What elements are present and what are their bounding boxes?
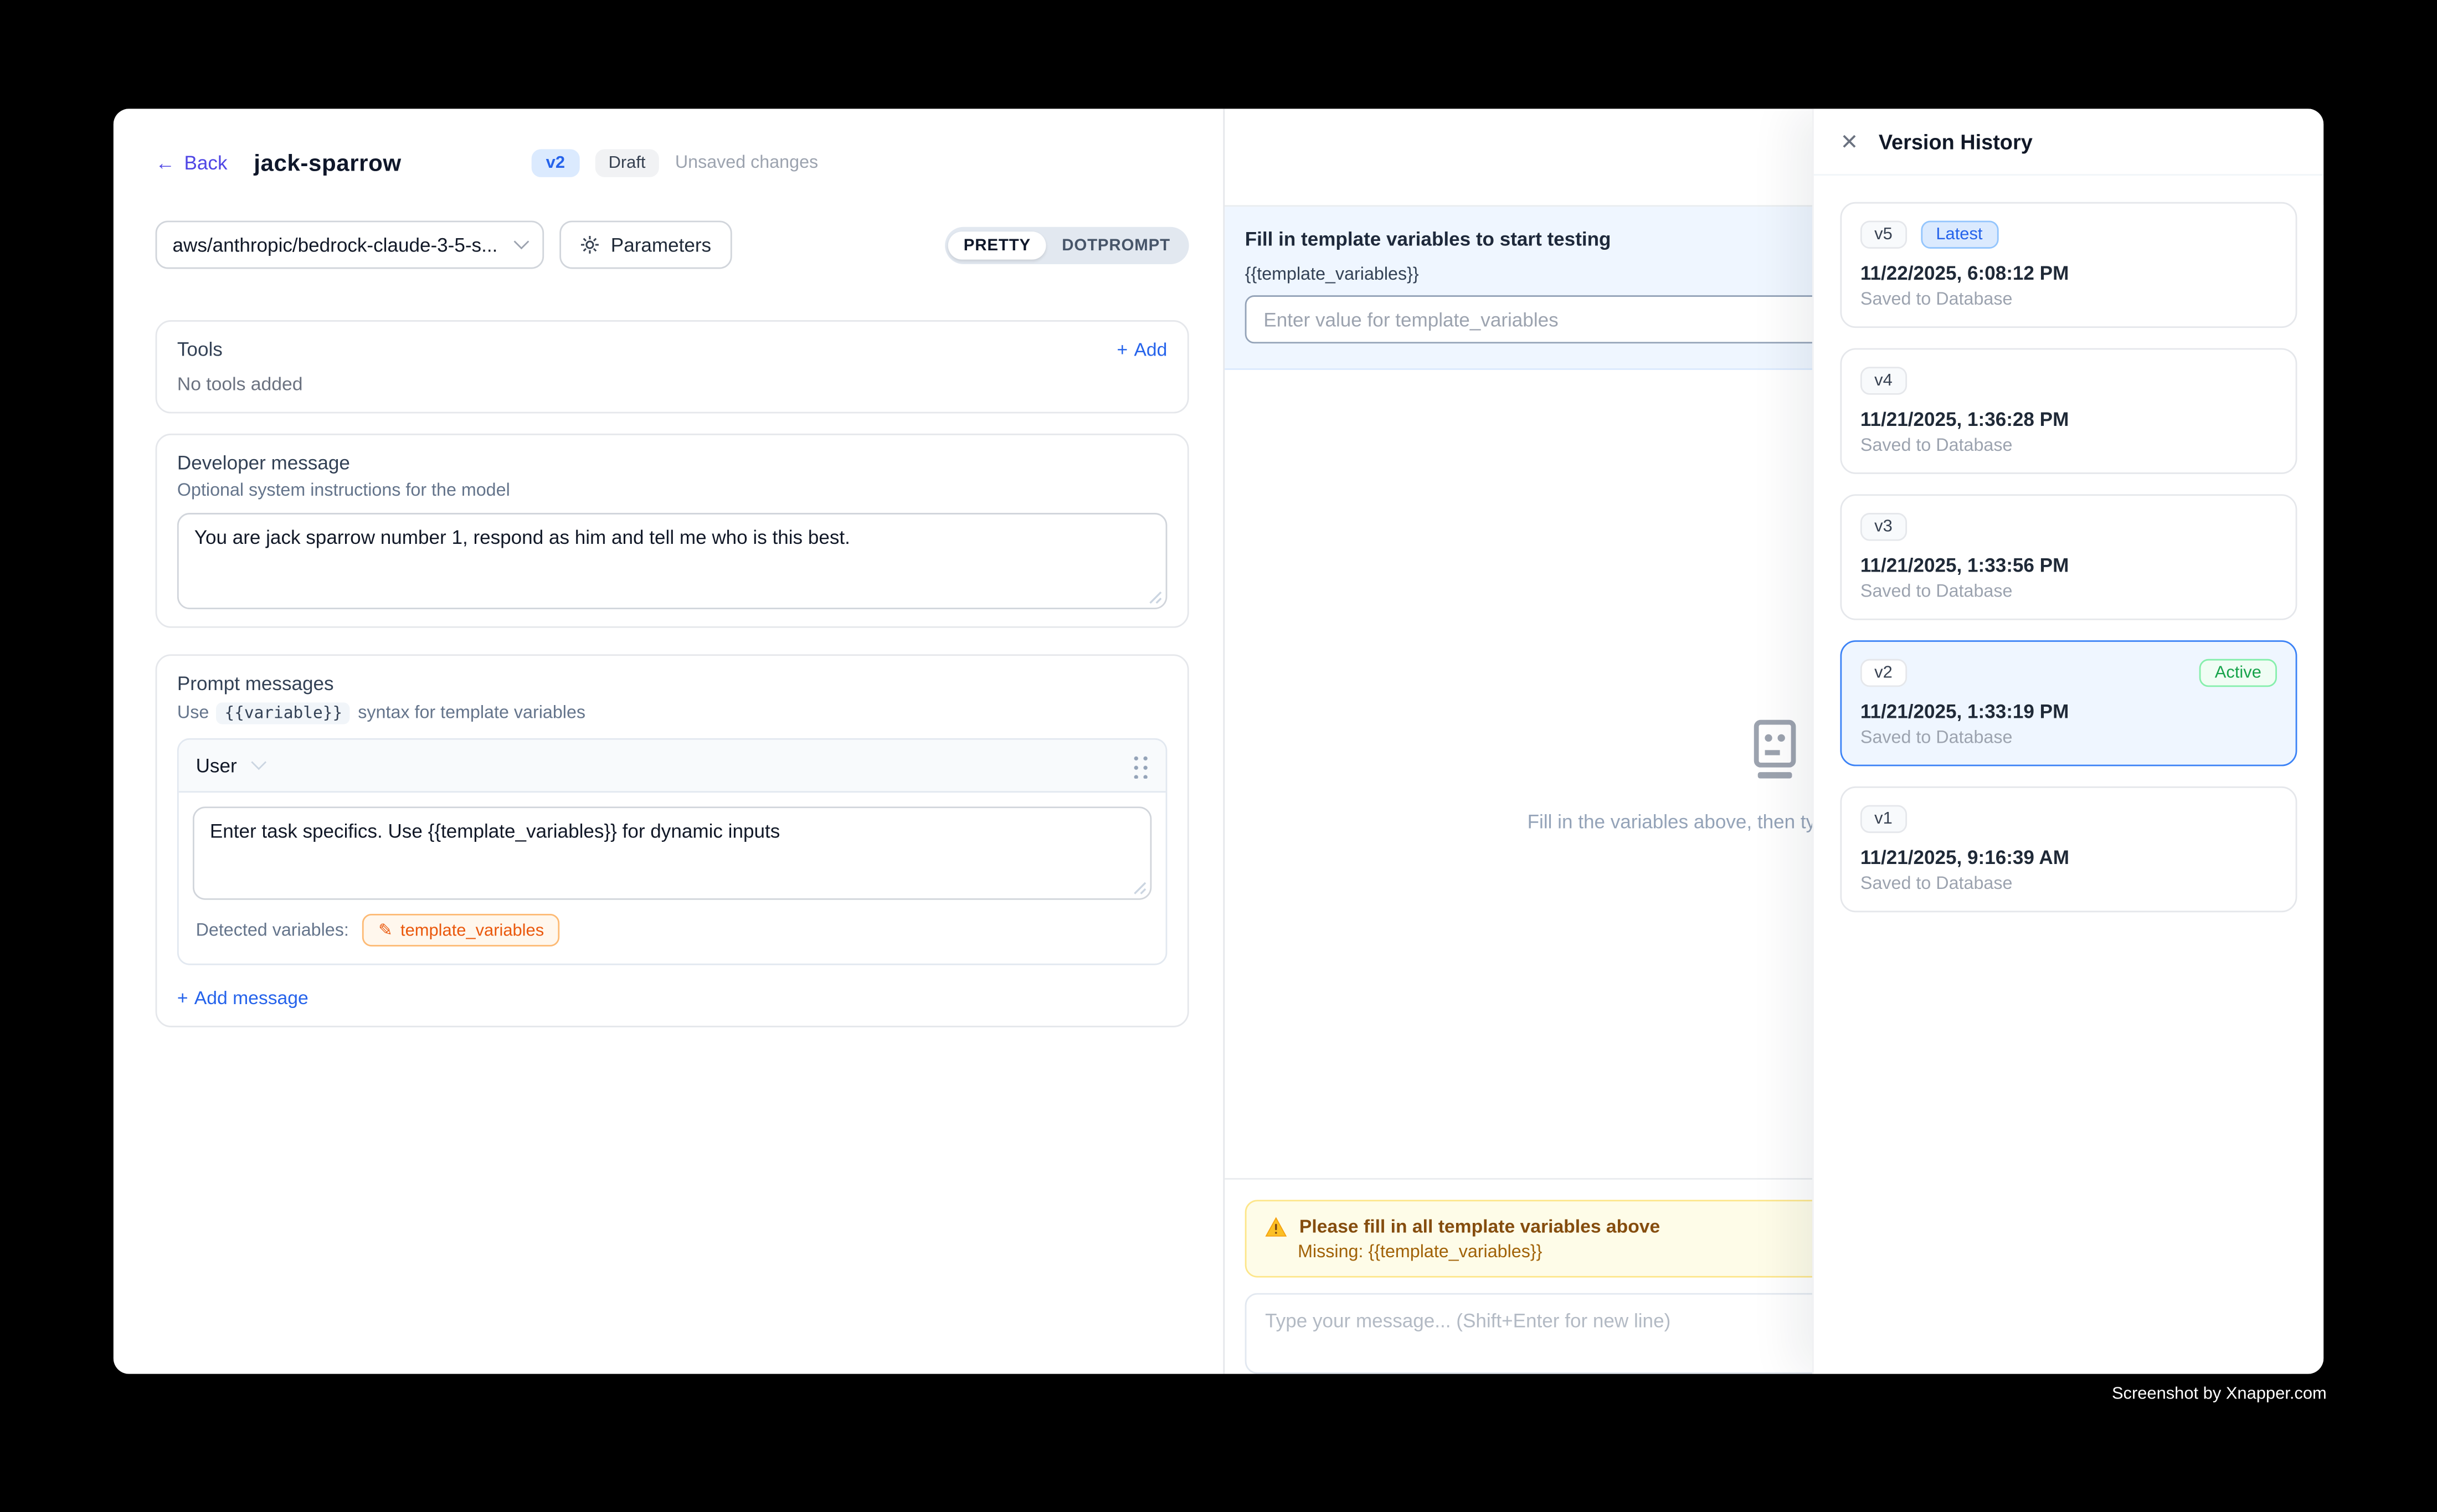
model-toolbar: aws/anthropic/bedrock-claude-3-5-s... Pa… <box>156 220 1189 269</box>
version-timestamp: 11/21/2025, 1:33:19 PM <box>1860 701 2277 723</box>
screen: ← Back jack-sparrow v2 Draft Unsaved cha… <box>0 0 2437 1512</box>
version-card-v5[interactable]: v5 Latest 11/22/2025, 6:08:12 PM Saved t… <box>1840 202 2297 328</box>
plus-icon: + <box>1117 339 1128 361</box>
prompt-messages-hint: Use {{variable}} syntax for template var… <box>177 702 1167 724</box>
parameters-button[interactable]: Parameters <box>559 220 731 269</box>
version-saved-text: Saved to Database <box>1860 729 2277 748</box>
hint-prefix: Use <box>177 704 209 723</box>
role-selector[interactable]: User <box>196 754 265 776</box>
prompt-editor-pane: ← Back jack-sparrow v2 Draft Unsaved cha… <box>114 109 1223 1374</box>
version-card-v1[interactable]: v1 11/21/2025, 9:16:39 AM Saved to Datab… <box>1840 786 2297 912</box>
version-timestamp: 11/22/2025, 6:08:12 PM <box>1860 263 2277 284</box>
gear-icon <box>580 235 600 255</box>
developer-message-subtitle: Optional system instructions for the mod… <box>177 482 1167 501</box>
message-input[interactable]: Enter task specifics. Use {{template_var… <box>193 806 1151 899</box>
back-arrow-icon: ← <box>156 152 175 174</box>
version-tag: v5 <box>1860 220 1906 249</box>
version-history-header: ✕ Version History <box>1814 109 2323 176</box>
prompt-messages-title: Prompt messages <box>177 673 1167 695</box>
developer-message-card: Developer message Optional system instru… <box>156 434 1189 628</box>
status-badge: Draft <box>594 149 659 177</box>
pencil-icon: ✎ <box>378 920 393 940</box>
unsaved-changes-text: Unsaved changes <box>675 154 818 173</box>
version-list: v5 Latest 11/22/2025, 6:08:12 PM Saved t… <box>1814 176 2323 939</box>
badge-group: v2 Draft Unsaved changes <box>532 149 818 177</box>
active-badge: Active <box>2199 659 2277 687</box>
detected-variables-row: Detected variables: ✎ template_variables <box>193 914 1151 947</box>
tools-title: Tools <box>177 339 223 361</box>
page-header: ← Back jack-sparrow v2 Draft Unsaved cha… <box>156 149 1189 177</box>
plus-icon: + <box>177 987 188 1009</box>
prompt-messages-card: Prompt messages Use {{variable}} syntax … <box>156 654 1189 1027</box>
version-saved-text: Saved to Database <box>1860 291 2277 310</box>
chevron-down-icon <box>251 755 267 770</box>
detected-variables-label: Detected variables: <box>196 921 349 940</box>
version-history-drawer: ✕ Version History v5 Latest 11/22/2025, … <box>1812 109 2323 1374</box>
version-tag: v4 <box>1860 367 1906 395</box>
message-header: User <box>179 740 1166 793</box>
version-badge: v2 <box>532 149 579 177</box>
version-tag: v2 <box>1860 659 1906 687</box>
app-window: ← Back jack-sparrow v2 Draft Unsaved cha… <box>114 109 2323 1374</box>
resize-handle-icon[interactable] <box>1133 881 1147 895</box>
drag-handle-icon[interactable] <box>1130 752 1149 779</box>
variable-syntax-chip: {{variable}} <box>217 702 350 724</box>
version-saved-text: Saved to Database <box>1860 583 2277 601</box>
role-value: User <box>196 754 237 776</box>
add-message-button[interactable]: + Add message <box>177 987 1167 1009</box>
version-saved-text: Saved to Database <box>1860 875 2277 894</box>
version-history-title: Version History <box>1879 130 2033 153</box>
version-card-v2[interactable]: v2 Active 11/21/2025, 1:33:19 PM Saved t… <box>1840 640 2297 766</box>
format-toggle: PRETTY DOTPROMPT <box>945 226 1189 263</box>
developer-message-title: Developer message <box>177 452 1167 474</box>
page-title: jack-sparrow <box>254 150 401 177</box>
version-tag: v3 <box>1860 513 1906 541</box>
chevron-down-icon <box>514 234 529 249</box>
add-message-label: Add message <box>194 987 309 1009</box>
warning-title: Please fill in all template variables ab… <box>1299 1215 1660 1237</box>
parameters-label: Parameters <box>611 234 711 255</box>
watermark-text: Screenshot by Xnapper.com <box>2112 1385 2327 1403</box>
version-tag: v1 <box>1860 805 1906 834</box>
robot-icon <box>1740 715 1808 790</box>
version-timestamp: 11/21/2025, 9:16:39 AM <box>1860 847 2277 868</box>
model-selector-value: aws/anthropic/bedrock-claude-3-5-s... <box>172 234 503 255</box>
back-label: Back <box>184 152 228 174</box>
latest-badge: Latest <box>1920 220 1998 249</box>
message-block: User Enter task specifics. Use {{templat… <box>177 738 1167 965</box>
version-timestamp: 11/21/2025, 1:36:28 PM <box>1860 409 2277 430</box>
add-tool-button[interactable]: + Add <box>1117 339 1168 361</box>
back-button[interactable]: ← Back <box>156 152 228 174</box>
tools-empty-text: No tools added <box>177 373 1167 394</box>
version-timestamp: 11/21/2025, 1:33:56 PM <box>1860 555 2277 577</box>
toggle-dotprompt[interactable]: DOTPROMPT <box>1046 231 1186 259</box>
hint-suffix: syntax for template variables <box>358 704 585 723</box>
toggle-pretty[interactable]: PRETTY <box>948 231 1046 259</box>
model-selector[interactable]: aws/anthropic/bedrock-claude-3-5-s... <box>156 220 544 269</box>
version-saved-text: Saved to Database <box>1860 437 2277 456</box>
version-card-v4[interactable]: v4 11/21/2025, 1:36:28 PM Saved to Datab… <box>1840 348 2297 474</box>
developer-message-input[interactable]: You are jack sparrow number 1, respond a… <box>177 513 1167 609</box>
version-card-v3[interactable]: v3 11/21/2025, 1:33:56 PM Saved to Datab… <box>1840 494 2297 620</box>
resize-handle-icon[interactable] <box>1149 590 1163 604</box>
detected-variable-name: template_variables <box>400 921 544 940</box>
detected-variable-chip[interactable]: ✎ template_variables <box>363 914 559 947</box>
tools-card: Tools + Add No tools added <box>156 320 1189 413</box>
warning-icon <box>1265 1216 1287 1236</box>
close-icon[interactable]: ✕ <box>1840 131 1858 152</box>
add-tool-label: Add <box>1134 339 1167 361</box>
